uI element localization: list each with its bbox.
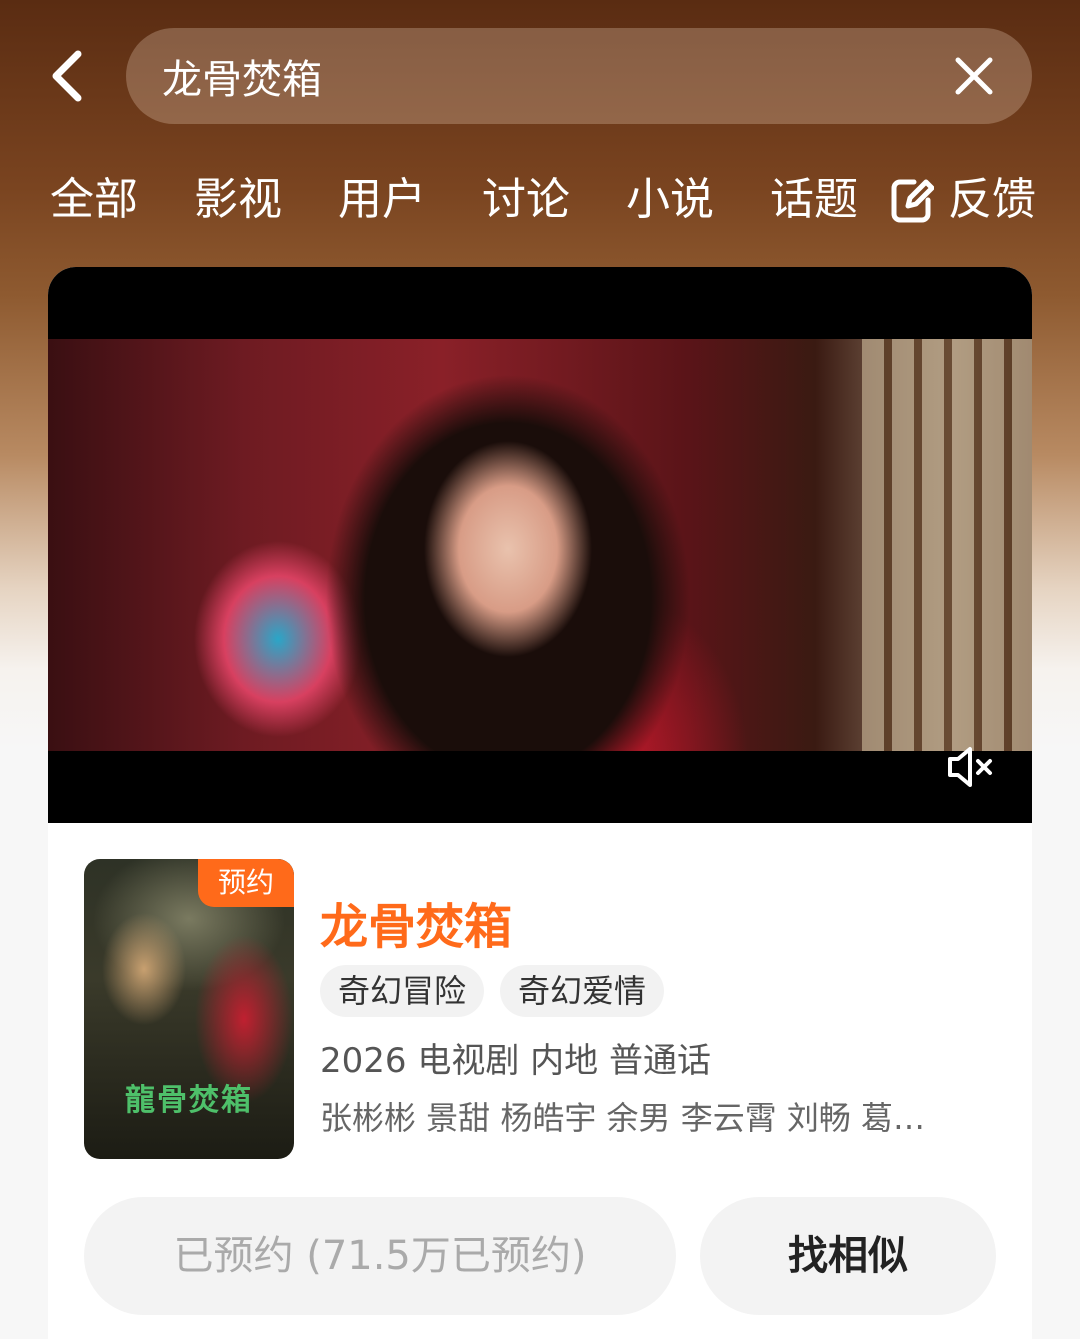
mute-icon (948, 747, 992, 787)
reserved-button[interactable]: 已预约 (71.5万已预约) (84, 1197, 676, 1315)
edit-icon (891, 179, 934, 223)
poster-title: 龍骨焚箱 (125, 1083, 253, 1118)
reservation-badge: 预约 (198, 859, 294, 907)
chevron-left-icon (52, 50, 82, 102)
tab-users[interactable]: 用户 (338, 170, 426, 230)
tab-video[interactable]: 影视 (194, 170, 282, 230)
category-tabs: 全部 影视 用户 讨论 小说 话题 反馈 (0, 160, 1080, 240)
back-button[interactable] (40, 44, 96, 108)
tab-all[interactable]: 全部 (50, 170, 138, 230)
result-card: 预约 龍骨焚箱 龙骨焚箱 奇幻冒险 奇幻爱情 2026 电视剧 内地 普通话 张… (48, 267, 1032, 1339)
genre-tag[interactable]: 奇幻爱情 (500, 965, 665, 1017)
tab-novels[interactable]: 小说 (626, 170, 714, 230)
poster-image[interactable]: 预约 龍骨焚箱 (84, 859, 294, 1159)
close-icon (955, 57, 993, 95)
genre-tag[interactable]: 奇幻冒险 (320, 965, 485, 1017)
search-input[interactable] (162, 28, 922, 124)
clear-search-button[interactable] (952, 54, 996, 98)
tab-topics[interactable]: 话题 (770, 170, 858, 230)
result-title[interactable]: 龙骨焚箱 (320, 887, 512, 957)
result-cast: 张彬彬 景甜 杨皓宇 余男 李云霄 刘畅 葛… (320, 1099, 926, 1137)
mute-button[interactable] (944, 743, 1000, 791)
video-player[interactable] (48, 267, 1032, 823)
video-frame (48, 339, 1032, 751)
top-bar (0, 0, 1080, 150)
video-background-window (862, 339, 1032, 751)
tab-discussion[interactable]: 讨论 (482, 170, 570, 230)
search-box[interactable] (126, 28, 1032, 124)
feedback-label: 反馈 (948, 174, 1036, 225)
find-similar-button[interactable]: 找相似 (700, 1197, 996, 1315)
result-meta: 2026 电视剧 内地 普通话 (320, 1041, 711, 1081)
feedback-button[interactable]: 反馈 (890, 170, 1036, 230)
